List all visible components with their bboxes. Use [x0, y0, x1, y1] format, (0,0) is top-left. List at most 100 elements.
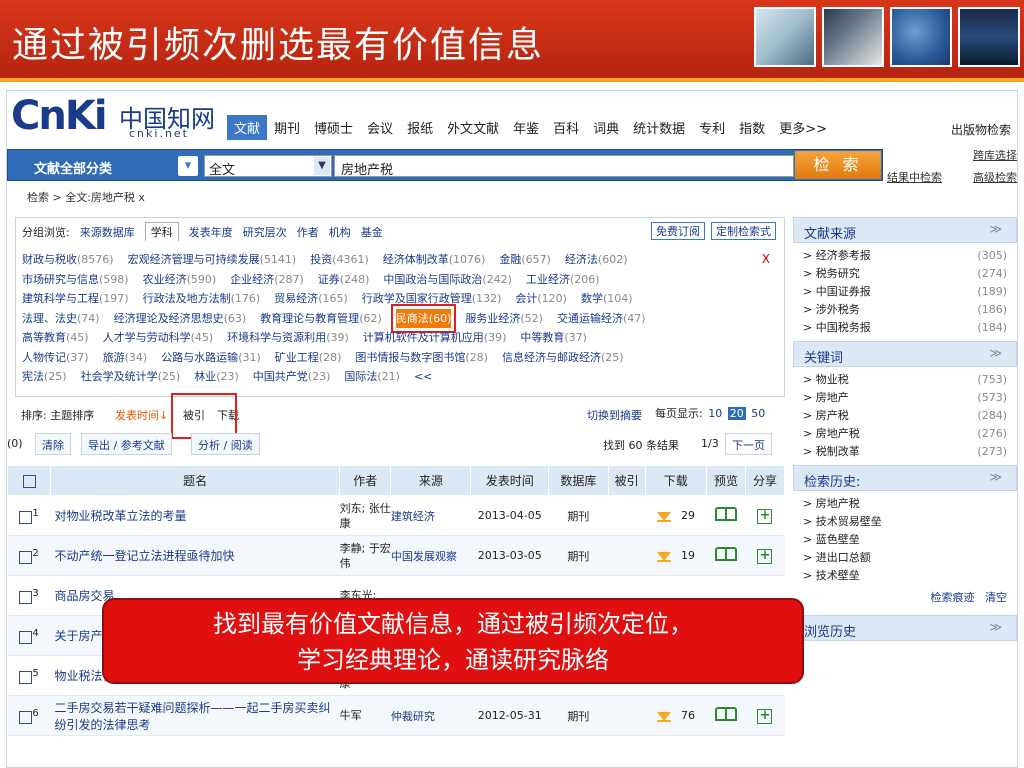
row-select[interactable]: 1 — [7, 495, 51, 536]
next-page-button[interactable]: 下一页 — [725, 433, 772, 455]
subject-filter-item[interactable]: 贸易经济(165) — [274, 289, 348, 309]
col-database[interactable]: 数据库 — [548, 465, 609, 496]
field-select[interactable]: 全文 ▼ — [204, 155, 332, 178]
row-author[interactable]: 牛军 — [339, 695, 391, 736]
plus-share-icon[interactable]: + — [757, 708, 773, 724]
row-select[interactable]: 3 — [7, 575, 51, 616]
cnki-logo[interactable]: CnKi 中国知网 cnki.net — [11, 93, 221, 141]
tab-conference[interactable]: 会议 — [360, 115, 400, 140]
select-all-checkbox[interactable] — [22, 474, 36, 488]
subject-filter-item[interactable]: 工业经济(206) — [526, 270, 600, 290]
subject-filter-item[interactable]: 民商法(60) — [390, 303, 457, 333]
row-download[interactable]: 19 — [645, 535, 707, 576]
col-share[interactable]: 分享 — [744, 465, 786, 496]
tab-statistics[interactable]: 统计数据 — [626, 115, 692, 140]
history-panel-header[interactable]: 检索历史: ≫ — [793, 465, 1017, 491]
row-select[interactable]: 4 — [7, 615, 51, 656]
subject-filter-item[interactable]: 教育理论与教育管理(62) — [260, 309, 382, 329]
sidebar-list-item[interactable]: > 技术壁垒 — [803, 567, 1007, 585]
row-preview[interactable] — [706, 695, 746, 736]
sidebar-list-item[interactable]: > 税制改革 (273) — [803, 443, 1007, 461]
book-preview-icon[interactable] — [715, 707, 738, 721]
row-title[interactable]: 不动产统一登记立法进程亟待加快 — [50, 535, 340, 576]
row-author[interactable]: 刘东; 张仕康 — [339, 495, 391, 536]
row-checkbox[interactable] — [19, 630, 33, 644]
analyze-button[interactable]: 分析 / 阅读 — [191, 433, 260, 455]
col-source[interactable]: 来源 — [390, 465, 472, 496]
plus-share-icon[interactable]: + — [757, 508, 773, 524]
row-checkbox[interactable] — [19, 550, 33, 564]
row-source[interactable]: 中国发展观察 — [390, 535, 471, 576]
sidebar-list-item[interactable]: > 房地产税 — [803, 495, 1007, 513]
custom-search-button[interactable]: 定制检索式 — [711, 222, 776, 240]
tab-literature[interactable]: 文献 — [227, 115, 268, 140]
category-select[interactable]: 文献全部分类 ▾ — [16, 155, 198, 177]
subject-filter-item[interactable]: 国际法(21) — [344, 367, 400, 387]
row-checkbox[interactable] — [19, 510, 33, 524]
tab-index[interactable]: 指数 — [732, 115, 772, 140]
subject-filter-item[interactable]: 行政学及国家行政管理(132) — [362, 289, 502, 309]
row-download[interactable]: 76 — [645, 695, 707, 736]
col-cite[interactable]: 被引 — [607, 465, 646, 496]
tab-encyclopedia[interactable]: 百科 — [546, 115, 586, 140]
sidebar-list-item[interactable]: > 物业税 (753) — [803, 371, 1007, 389]
row-preview[interactable] — [706, 535, 746, 576]
search-input[interactable]: 房地产税 — [334, 155, 794, 178]
chevron-down-icon[interactable]: ≫ — [989, 470, 1002, 484]
subject-filter-item[interactable]: 计算机软件及计算机应用(39) — [363, 328, 507, 348]
subject-filter-item[interactable]: 法理、法史(74) — [22, 309, 100, 329]
sidebar-list-item[interactable]: > 中国证券报 (189) — [803, 283, 1007, 301]
row-title[interactable]: 二手房交易若干疑难问题探析——一起二手房买卖纠纷引发的法律思考 — [50, 695, 340, 736]
sidebar-list-item[interactable]: > 房地产税 (276) — [803, 425, 1007, 443]
subject-filter-item[interactable]: 社会学及统计学(25) — [81, 367, 181, 387]
row-author[interactable]: 李静; 于宏伟 — [339, 535, 391, 576]
subject-filter-item[interactable]: 建筑科学与工程(197) — [22, 289, 129, 309]
sidebar-list-item[interactable]: > 房地产 (573) — [803, 389, 1007, 407]
subject-filter-item[interactable]: 旅游(34) — [103, 348, 148, 368]
subject-filter-item[interactable]: 信息经济与邮政经济(25) — [502, 348, 624, 368]
subject-filter-item[interactable]: 企业经济(287) — [230, 270, 304, 290]
subject-filter-item[interactable]: 环境科学与资源利用(39) — [227, 328, 349, 348]
chevron-down-icon[interactable]: ≫ — [989, 620, 1002, 634]
cross-db-link[interactable]: 跨库选择 — [887, 147, 1017, 163]
keyword-panel-header[interactable]: 关键词 ≫ — [793, 341, 1017, 367]
sidebar-list-item[interactable]: > 涉外税务 (186) — [803, 301, 1007, 319]
tab-thesis[interactable]: 博硕士 — [307, 115, 360, 140]
tab-patent[interactable]: 专利 — [692, 115, 732, 140]
col-author[interactable]: 作者 — [339, 465, 392, 496]
subject-filter-item[interactable]: 会计(120) — [515, 289, 567, 309]
plus-share-icon[interactable]: + — [757, 548, 773, 564]
close-icon[interactable]: X — [762, 252, 770, 266]
subject-filter-item[interactable]: 金融(657) — [499, 250, 551, 270]
sidebar-list-item[interactable]: > 经济参考报 (305) — [803, 247, 1007, 265]
col-download[interactable]: 下载 — [644, 465, 708, 496]
sort-subject[interactable]: 主题排序 — [50, 409, 94, 422]
tab-newspaper[interactable]: 报纸 — [400, 115, 440, 140]
book-preview-icon[interactable] — [715, 547, 738, 561]
sidebar-list-item[interactable]: > 中国税务报 (184) — [803, 319, 1007, 337]
tab-journal[interactable]: 期刊 — [267, 115, 307, 140]
subject-filter-item[interactable]: 高等教育(45) — [22, 328, 89, 348]
group-tab-subject[interactable]: 学科 — [144, 222, 179, 241]
export-button[interactable]: 导出 / 参考文献 — [81, 433, 172, 455]
download-icon[interactable] — [656, 550, 671, 562]
sidebar-list-item[interactable]: > 技术贸易壁垒 — [803, 513, 1007, 531]
group-tab-source-db[interactable]: 来源数据库 — [80, 224, 135, 240]
subject-filter-item[interactable]: 投资(4361) — [310, 250, 369, 270]
row-select[interactable]: 5 — [7, 655, 51, 696]
search-in-result-link[interactable]: 结果中检索 — [887, 169, 942, 185]
row-select[interactable]: 2 — [7, 535, 51, 576]
row-checkbox[interactable] — [19, 710, 33, 724]
subject-filter-item[interactable]: 财政与税收(8576) — [22, 250, 114, 270]
row-select[interactable]: 6 — [7, 695, 51, 736]
subject-filter-item[interactable]: 矿业工程(28) — [275, 348, 342, 368]
row-source[interactable]: 仲裁研究 — [390, 695, 471, 736]
subject-filter-item[interactable]: 经济体制改革(1076) — [383, 250, 486, 270]
subject-filter-item[interactable]: 中等教育(37) — [520, 328, 587, 348]
book-preview-icon[interactable] — [715, 507, 738, 521]
subject-filter-item[interactable]: 农业经济(590) — [143, 270, 217, 290]
sidebar-list-item[interactable]: > 进出口总额 — [803, 549, 1007, 567]
group-tab-fund[interactable]: 基金 — [361, 224, 383, 240]
per-page-50[interactable]: 50 — [749, 407, 767, 420]
download-icon[interactable] — [656, 710, 671, 722]
